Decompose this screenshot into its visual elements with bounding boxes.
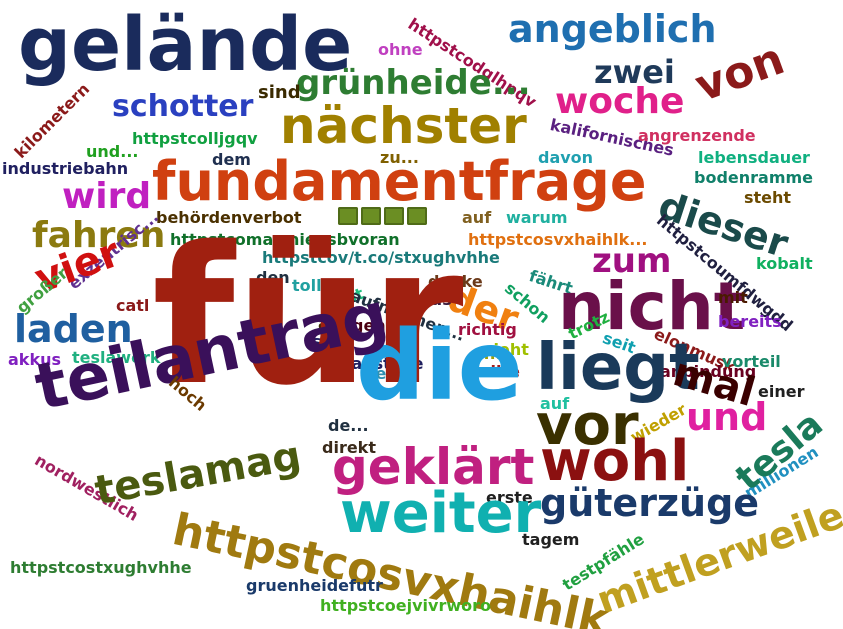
word-gruenheidefutr: gruenheidefutr <box>246 576 383 595</box>
word-kilometern: kilometern <box>10 79 94 163</box>
word-tagem: tagem <box>522 530 580 549</box>
word-cloud: gelände httpstcodglhpqv ohne angeblich zwei g… <box>0 0 843 629</box>
word-auf: auf <box>462 208 492 227</box>
word-httpstcoejvivrworo: httpstcoejvivrworo <box>320 596 492 615</box>
word-wird: wird <box>62 176 152 217</box>
word-weiter: weiter <box>340 481 542 546</box>
word-mit: mit <box>718 288 748 307</box>
word-naechster: nächster <box>280 97 527 155</box>
word-ohne: ohne <box>378 40 423 59</box>
word-schotter: schotter <box>112 89 254 124</box>
word-gueterzuege: güterzüge <box>540 481 760 525</box>
word-de: de... <box>328 416 369 435</box>
word-angrenzende: angrenzende <box>638 126 756 145</box>
word-industriebahn: industriebahn <box>2 159 129 178</box>
word-bodenramme: bodenramme <box>694 168 814 187</box>
word-angeblich: angeblich <box>508 7 717 51</box>
word-bereits: bereits <box>718 312 782 331</box>
word-teslamag: teslamag <box>91 432 305 515</box>
word-und: und <box>686 395 768 439</box>
word-und: und... <box>86 142 139 161</box>
word-httpstcolljgqv: httpstcolljgqv <box>132 129 258 148</box>
word-lebensdauer: lebensdauer <box>698 148 810 167</box>
word-gruenheide: grünheide... <box>296 63 531 103</box>
word-httpstcostxughvhhe: httpstcostxughvhhe <box>10 558 192 577</box>
word-woche: woche <box>555 81 685 122</box>
word-kobalt: kobalt <box>756 254 813 273</box>
word-steht: steht <box>744 188 792 207</box>
word-fundamentfrage: fundamentfrage <box>152 150 647 213</box>
word-warum: warum <box>506 208 568 227</box>
